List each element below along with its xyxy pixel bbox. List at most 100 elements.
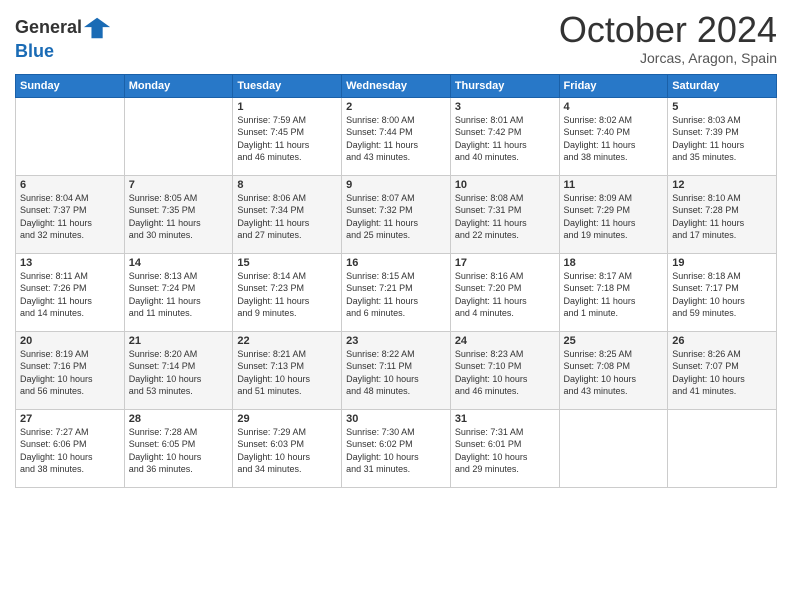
- day-number: 6: [20, 179, 120, 191]
- logo-icon: [84, 14, 112, 42]
- day-info: Sunrise: 7:27 AM Sunset: 6:06 PM Dayligh…: [20, 426, 120, 476]
- calendar-cell: 24Sunrise: 8:23 AM Sunset: 7:10 PM Dayli…: [450, 331, 559, 409]
- day-number: 3: [455, 101, 555, 113]
- day-info: Sunrise: 8:09 AM Sunset: 7:29 PM Dayligh…: [564, 192, 664, 242]
- calendar-cell: 11Sunrise: 8:09 AM Sunset: 7:29 PM Dayli…: [559, 175, 668, 253]
- calendar-cell: 31Sunrise: 7:31 AM Sunset: 6:01 PM Dayli…: [450, 409, 559, 487]
- day-info: Sunrise: 7:28 AM Sunset: 6:05 PM Dayligh…: [129, 426, 229, 476]
- day-number: 14: [129, 257, 229, 269]
- day-info: Sunrise: 7:31 AM Sunset: 6:01 PM Dayligh…: [455, 426, 555, 476]
- day-info: Sunrise: 8:26 AM Sunset: 7:07 PM Dayligh…: [672, 348, 772, 398]
- day-info: Sunrise: 8:23 AM Sunset: 7:10 PM Dayligh…: [455, 348, 555, 398]
- day-number: 19: [672, 257, 772, 269]
- calendar-cell: 21Sunrise: 8:20 AM Sunset: 7:14 PM Dayli…: [124, 331, 233, 409]
- day-number: 31: [455, 413, 555, 425]
- day-number: 8: [237, 179, 337, 191]
- calendar-cell: 14Sunrise: 8:13 AM Sunset: 7:24 PM Dayli…: [124, 253, 233, 331]
- calendar-cell: 13Sunrise: 8:11 AM Sunset: 7:26 PM Dayli…: [16, 253, 125, 331]
- day-number: 25: [564, 335, 664, 347]
- week-row-1: 6Sunrise: 8:04 AM Sunset: 7:37 PM Daylig…: [16, 175, 777, 253]
- day-number: 15: [237, 257, 337, 269]
- day-info: Sunrise: 8:02 AM Sunset: 7:40 PM Dayligh…: [564, 114, 664, 164]
- calendar-table: SundayMondayTuesdayWednesdayThursdayFrid…: [15, 74, 777, 488]
- day-info: Sunrise: 8:25 AM Sunset: 7:08 PM Dayligh…: [564, 348, 664, 398]
- calendar-cell: 26Sunrise: 8:26 AM Sunset: 7:07 PM Dayli…: [668, 331, 777, 409]
- calendar-cell: [16, 97, 125, 175]
- day-number: 27: [20, 413, 120, 425]
- calendar-cell: [559, 409, 668, 487]
- logo-line2: Blue: [15, 42, 112, 62]
- calendar-cell: 8Sunrise: 8:06 AM Sunset: 7:34 PM Daylig…: [233, 175, 342, 253]
- day-number: 23: [346, 335, 446, 347]
- day-info: Sunrise: 8:17 AM Sunset: 7:18 PM Dayligh…: [564, 270, 664, 320]
- day-number: 7: [129, 179, 229, 191]
- page: General Blue October 2024 Jorcas, Aragon…: [0, 0, 792, 612]
- calendar-cell: 30Sunrise: 7:30 AM Sunset: 6:02 PM Dayli…: [342, 409, 451, 487]
- day-info: Sunrise: 8:11 AM Sunset: 7:26 PM Dayligh…: [20, 270, 120, 320]
- day-number: 30: [346, 413, 446, 425]
- calendar-cell: 2Sunrise: 8:00 AM Sunset: 7:44 PM Daylig…: [342, 97, 451, 175]
- calendar-cell: 25Sunrise: 8:25 AM Sunset: 7:08 PM Dayli…: [559, 331, 668, 409]
- day-number: 11: [564, 179, 664, 191]
- day-number: 5: [672, 101, 772, 113]
- calendar-cell: 29Sunrise: 7:29 AM Sunset: 6:03 PM Dayli…: [233, 409, 342, 487]
- day-info: Sunrise: 8:05 AM Sunset: 7:35 PM Dayligh…: [129, 192, 229, 242]
- day-info: Sunrise: 7:30 AM Sunset: 6:02 PM Dayligh…: [346, 426, 446, 476]
- day-info: Sunrise: 8:18 AM Sunset: 7:17 PM Dayligh…: [672, 270, 772, 320]
- calendar-cell: 6Sunrise: 8:04 AM Sunset: 7:37 PM Daylig…: [16, 175, 125, 253]
- header-monday: Monday: [124, 74, 233, 97]
- day-number: 22: [237, 335, 337, 347]
- day-number: 4: [564, 101, 664, 113]
- logo-line1: General: [15, 18, 82, 38]
- day-info: Sunrise: 8:15 AM Sunset: 7:21 PM Dayligh…: [346, 270, 446, 320]
- day-info: Sunrise: 8:22 AM Sunset: 7:11 PM Dayligh…: [346, 348, 446, 398]
- day-info: Sunrise: 8:10 AM Sunset: 7:28 PM Dayligh…: [672, 192, 772, 242]
- calendar-cell: 18Sunrise: 8:17 AM Sunset: 7:18 PM Dayli…: [559, 253, 668, 331]
- day-number: 18: [564, 257, 664, 269]
- day-number: 28: [129, 413, 229, 425]
- day-info: Sunrise: 8:16 AM Sunset: 7:20 PM Dayligh…: [455, 270, 555, 320]
- calendar-cell: 1Sunrise: 7:59 AM Sunset: 7:45 PM Daylig…: [233, 97, 342, 175]
- header-sunday: Sunday: [16, 74, 125, 97]
- week-row-3: 20Sunrise: 8:19 AM Sunset: 7:16 PM Dayli…: [16, 331, 777, 409]
- calendar-cell: 22Sunrise: 8:21 AM Sunset: 7:13 PM Dayli…: [233, 331, 342, 409]
- calendar-cell: 20Sunrise: 8:19 AM Sunset: 7:16 PM Dayli…: [16, 331, 125, 409]
- header-tuesday: Tuesday: [233, 74, 342, 97]
- day-info: Sunrise: 8:21 AM Sunset: 7:13 PM Dayligh…: [237, 348, 337, 398]
- calendar-cell: [668, 409, 777, 487]
- calendar-cell: 27Sunrise: 7:27 AM Sunset: 6:06 PM Dayli…: [16, 409, 125, 487]
- header: General Blue October 2024 Jorcas, Aragon…: [15, 10, 777, 66]
- calendar-cell: 3Sunrise: 8:01 AM Sunset: 7:42 PM Daylig…: [450, 97, 559, 175]
- calendar-cell: 10Sunrise: 8:08 AM Sunset: 7:31 PM Dayli…: [450, 175, 559, 253]
- header-thursday: Thursday: [450, 74, 559, 97]
- title-area: October 2024 Jorcas, Aragon, Spain: [559, 10, 777, 66]
- calendar-cell: 9Sunrise: 8:07 AM Sunset: 7:32 PM Daylig…: [342, 175, 451, 253]
- day-number: 17: [455, 257, 555, 269]
- calendar-cell: [124, 97, 233, 175]
- day-info: Sunrise: 8:08 AM Sunset: 7:31 PM Dayligh…: [455, 192, 555, 242]
- day-info: Sunrise: 8:07 AM Sunset: 7:32 PM Dayligh…: [346, 192, 446, 242]
- day-number: 24: [455, 335, 555, 347]
- month-title: October 2024: [559, 10, 777, 50]
- calendar-cell: 28Sunrise: 7:28 AM Sunset: 6:05 PM Dayli…: [124, 409, 233, 487]
- calendar-cell: 16Sunrise: 8:15 AM Sunset: 7:21 PM Dayli…: [342, 253, 451, 331]
- day-info: Sunrise: 8:13 AM Sunset: 7:24 PM Dayligh…: [129, 270, 229, 320]
- week-row-2: 13Sunrise: 8:11 AM Sunset: 7:26 PM Dayli…: [16, 253, 777, 331]
- day-info: Sunrise: 8:14 AM Sunset: 7:23 PM Dayligh…: [237, 270, 337, 320]
- logo: General Blue: [15, 14, 112, 62]
- day-info: Sunrise: 7:59 AM Sunset: 7:45 PM Dayligh…: [237, 114, 337, 164]
- calendar-cell: 7Sunrise: 8:05 AM Sunset: 7:35 PM Daylig…: [124, 175, 233, 253]
- day-number: 10: [455, 179, 555, 191]
- calendar-cell: 17Sunrise: 8:16 AM Sunset: 7:20 PM Dayli…: [450, 253, 559, 331]
- calendar-cell: 15Sunrise: 8:14 AM Sunset: 7:23 PM Dayli…: [233, 253, 342, 331]
- day-info: Sunrise: 8:19 AM Sunset: 7:16 PM Dayligh…: [20, 348, 120, 398]
- week-row-4: 27Sunrise: 7:27 AM Sunset: 6:06 PM Dayli…: [16, 409, 777, 487]
- day-info: Sunrise: 8:06 AM Sunset: 7:34 PM Dayligh…: [237, 192, 337, 242]
- week-row-0: 1Sunrise: 7:59 AM Sunset: 7:45 PM Daylig…: [16, 97, 777, 175]
- location: Jorcas, Aragon, Spain: [559, 50, 777, 66]
- day-info: Sunrise: 8:04 AM Sunset: 7:37 PM Dayligh…: [20, 192, 120, 242]
- day-number: 20: [20, 335, 120, 347]
- day-info: Sunrise: 8:00 AM Sunset: 7:44 PM Dayligh…: [346, 114, 446, 164]
- header-wednesday: Wednesday: [342, 74, 451, 97]
- day-info: Sunrise: 8:03 AM Sunset: 7:39 PM Dayligh…: [672, 114, 772, 164]
